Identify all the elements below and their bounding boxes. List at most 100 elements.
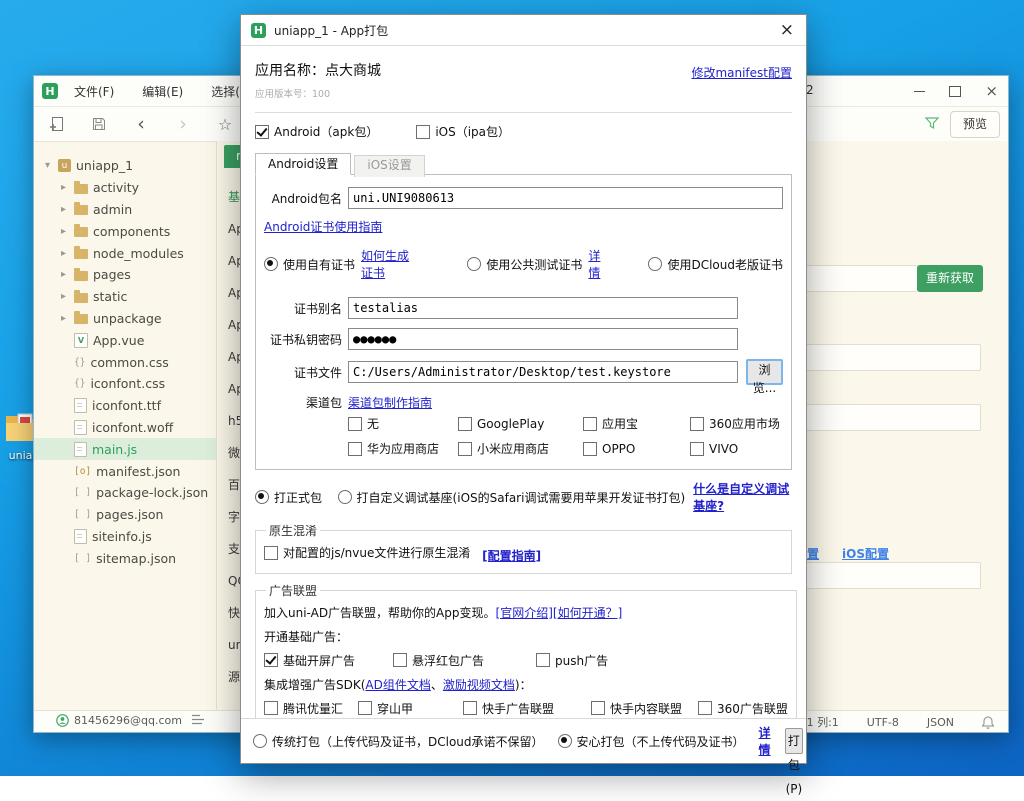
channel-checkbox-GooglePlay[interactable]: GooglePlay (458, 415, 583, 432)
tree-item-uniapp_1[interactable]: ▾uuniapp_1 (34, 155, 216, 177)
chevron-right-icon[interactable]: ▸ (58, 226, 69, 237)
star-icon[interactable]: ☆ (216, 115, 234, 133)
channel-checkbox-应用宝[interactable]: 应用宝 (583, 415, 690, 432)
tree-item-siteinfo.js[interactable]: siteinfo.js (34, 526, 216, 548)
tree-item-static[interactable]: ▸static (34, 286, 216, 308)
ad-basic-checkbox-悬浮红包广告[interactable]: 悬浮红包广告 (393, 652, 536, 669)
channel-checkbox-小米应用商店[interactable]: 小米应用商店 (458, 440, 583, 457)
browse-button[interactable]: 浏览... (746, 359, 783, 385)
tree-item-App.vue[interactable]: VApp.vue (34, 329, 216, 351)
obfuscation-checkbox[interactable]: 对配置的js/nvue文件进行原生混淆 (264, 544, 470, 561)
editor-input-3[interactable] (805, 404, 981, 431)
tree-item-admin[interactable]: ▸admin (34, 199, 216, 221)
ad-sdk-checkbox-穿山甲[interactable]: 穿山甲 (358, 700, 463, 717)
ad-site-link[interactable]: [官网介绍] (496, 606, 553, 620)
official-package-radio[interactable]: 打正式包 (255, 489, 338, 506)
own-cert-radio[interactable]: 使用自有证书 (264, 256, 355, 273)
chevron-right-icon[interactable]: ▸ (58, 313, 69, 324)
minimize-icon[interactable] (914, 91, 925, 92)
public-cert-detail-link[interactable]: 详情 (588, 247, 607, 281)
android-platform-checkbox[interactable]: Android（apk包） (255, 123, 378, 140)
cert-password-input[interactable] (348, 328, 738, 350)
refetch-button[interactable]: 重新获取 (917, 265, 983, 292)
ad-howto-link[interactable]: [如何开通？] (553, 606, 622, 620)
ad-sdk-checkbox-快手内容联盟[interactable]: 快手内容联盟 (591, 700, 698, 717)
account-area[interactable]: 81456296@qq.com (56, 714, 182, 727)
tree-item-package-lock.json[interactable]: [ ]package-lock.json (34, 482, 216, 504)
save-icon[interactable] (90, 115, 108, 133)
channel-checkbox-OPPO[interactable]: OPPO (583, 440, 690, 457)
dcloud-cert-radio[interactable]: 使用DCloud老版证书 (648, 256, 783, 273)
close-icon[interactable]: × (780, 20, 794, 40)
channel-checkbox-VIVO[interactable]: VIVO (690, 440, 783, 457)
back-icon[interactable]: ‹ (132, 115, 150, 133)
bell-icon[interactable] (982, 716, 994, 729)
dialog-title: uniapp_1 - App打包 (274, 22, 388, 39)
ad-basic-label: 开通基础广告： (264, 628, 788, 645)
new-file-icon[interactable] (48, 115, 66, 133)
chevron-right-icon[interactable]: ▸ (58, 182, 69, 193)
cert-guide-link[interactable]: Android证书使用指南 (264, 220, 382, 234)
ad-basic-checkbox-push广告[interactable]: push广告 (536, 652, 608, 669)
reward-video-doc-link[interactable]: 激励视频文档 (443, 678, 515, 692)
modify-manifest-link[interactable]: 修改manifest配置 (691, 64, 792, 100)
channel-guide-link[interactable]: 渠道包制作指南 (348, 394, 432, 411)
obfuscation-guide-link[interactable]: [配置指南] (482, 549, 541, 563)
close-icon[interactable]: × (985, 84, 998, 99)
tab-ios-settings[interactable]: iOS设置 (354, 155, 424, 177)
forward-icon[interactable]: › (174, 115, 192, 133)
tree-item-activity[interactable]: ▸activity (34, 177, 216, 199)
chevron-down-icon[interactable]: ▾ (42, 160, 53, 171)
package-button[interactable]: 打包(P) (785, 728, 804, 754)
encoding-indicator[interactable]: UTF-8 (867, 716, 899, 729)
menu-item-0[interactable]: 文件(F) (74, 83, 114, 100)
preview-button[interactable]: 预览 (950, 111, 1000, 138)
tab-android-settings[interactable]: Android设置 (255, 153, 351, 175)
how-generate-cert-link[interactable]: 如何生成证书 (361, 247, 417, 281)
ios-config-link[interactable]: iOS配置 (842, 545, 889, 562)
public-cert-radio[interactable]: 使用公共测试证书 (467, 256, 582, 273)
funnel-icon[interactable] (924, 115, 940, 134)
tree-item-iconfont.woff[interactable]: iconfont.woff (34, 417, 216, 439)
tree-item-pages.json[interactable]: [ ]pages.json (34, 504, 216, 526)
ios-platform-checkbox[interactable]: iOS（ipa包） (416, 123, 510, 140)
ad-sdk-checkbox-360广告联盟[interactable]: 360广告联盟 (698, 700, 788, 717)
chevron-right-icon[interactable]: ▸ (58, 291, 69, 302)
traditional-package-radio[interactable]: 传统打包（上传代码及证书，DCloud承诺不保留） (253, 733, 544, 750)
editor-input-4[interactable] (805, 562, 981, 589)
chevron-right-icon[interactable]: ▸ (58, 204, 69, 215)
safe-package-detail-link[interactable]: 详情 (759, 724, 771, 758)
tree-item-iconfont.ttf[interactable]: iconfont.ttf (34, 395, 216, 417)
tree-item-pages[interactable]: ▸pages (34, 264, 216, 286)
ad-basic-checkbox-基础开屏广告[interactable]: 基础开屏广告 (264, 652, 393, 669)
safe-package-radio[interactable]: 安心打包（不上传代码及证书） (558, 733, 745, 750)
checkbox-label: VIVO (709, 442, 738, 456)
tree-item-node_modules[interactable]: ▸node_modules (34, 242, 216, 264)
cert-alias-input[interactable] (348, 297, 738, 319)
custom-debug-base-radio[interactable]: 打自定义调试基座(iOS的Safari调试需要用苹果开发证书打包) (338, 489, 686, 506)
tree-item-sitemap.json[interactable]: [ ]sitemap.json (34, 547, 216, 569)
ad-sdk-checkbox-腾讯优量汇[interactable]: 腾讯优量汇 (264, 700, 358, 717)
list-icon[interactable] (192, 714, 204, 728)
tree-item-manifest.json[interactable]: [o]manifest.json (34, 460, 216, 482)
tree-item-components[interactable]: ▸components (34, 220, 216, 242)
tree-item-main.js[interactable]: main.js (34, 438, 216, 460)
cert-file-input[interactable] (348, 361, 738, 383)
editor-input-2[interactable] (805, 344, 981, 371)
tree-item-iconfont.css[interactable]: {}iconfont.css (34, 373, 216, 395)
channel-checkbox-无[interactable]: 无 (348, 415, 458, 432)
menu-item-1[interactable]: 编辑(E) (142, 83, 183, 100)
ad-sdk-checkbox-快手广告联盟[interactable]: 快手广告联盟 (463, 700, 591, 717)
channel-checkbox-360应用市场[interactable]: 360应用市场 (690, 415, 783, 432)
what-is-custom-base-link[interactable]: 什么是自定义调试基座? (693, 480, 792, 514)
maximize-icon[interactable] (949, 86, 961, 97)
checkbox-label: 快手广告联盟 (482, 700, 554, 717)
chevron-right-icon[interactable]: ▸ (58, 269, 69, 280)
tree-item-unpackage[interactable]: ▸unpackage (34, 308, 216, 330)
ad-component-doc-link[interactable]: AD组件文档 (365, 678, 430, 692)
filetype-indicator[interactable]: JSON (927, 716, 954, 729)
chevron-right-icon[interactable]: ▸ (58, 248, 69, 259)
channel-checkbox-华为应用商店[interactable]: 华为应用商店 (348, 440, 458, 457)
tree-item-common.css[interactable]: {}common.css (34, 351, 216, 373)
package-name-input[interactable] (348, 187, 783, 209)
